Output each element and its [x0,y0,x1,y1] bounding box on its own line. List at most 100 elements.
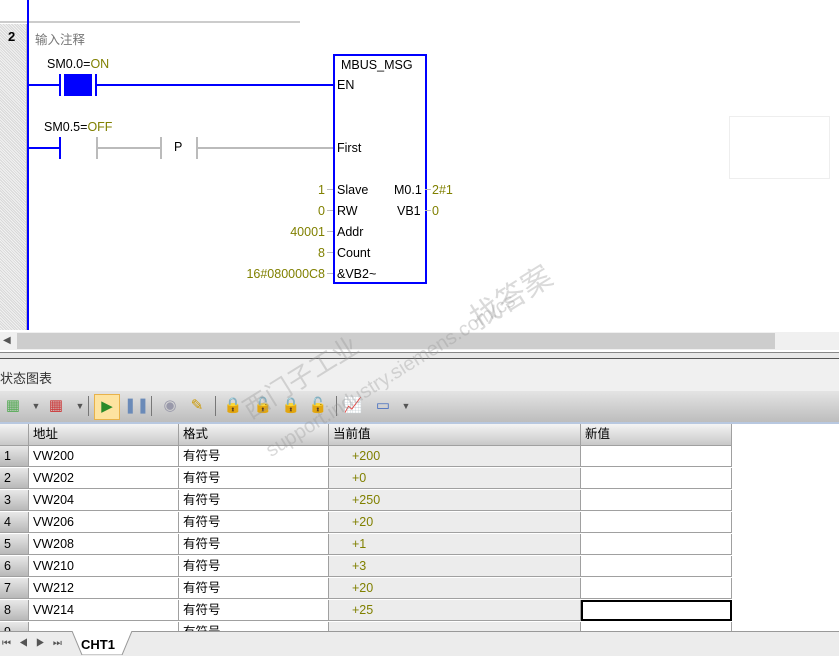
dropdown-icon[interactable]: ▼ [396,396,416,416]
format-cell[interactable]: 有符号 [179,490,329,511]
done-value: 2#1 [432,183,453,197]
new-value-cell[interactable] [581,578,732,599]
wire [198,147,334,149]
table-row[interactable]: 3 VW204 有符号 +250 [0,490,732,512]
pin-rw: RW [337,204,358,218]
positive-edge-label: P [174,140,183,154]
table-row[interactable]: 5 VW208 有符号 +1 [0,534,732,556]
current-value-cell: +20 [329,578,581,599]
pin-addr: Addr [337,225,364,239]
new-value-cell[interactable] [581,600,732,621]
contact1-left [59,74,61,96]
row-number: 6 [0,556,29,577]
address-cell[interactable]: VW202 [29,468,179,489]
current-value-cell: +0 [329,468,581,489]
wire [98,147,160,149]
binoculars-icon[interactable]: ◉ [160,396,180,416]
dataptr-value: 16#080000C8 [246,267,325,281]
status-table: 地址 格式 当前值 新值 1 VW200 有符号 +200 2 VW202 有符号 +0 3 VW… [0,424,839,643]
pin-done: M0.1 [394,183,422,197]
contact2-left [59,137,61,159]
row-number: 8 [0,600,29,621]
table-header: 地址 格式 当前值 新值 [0,424,732,446]
pin-dataptr: &VB2~ [337,267,377,281]
insert-row-icon[interactable]: ▦ [3,396,23,416]
col-new-value[interactable]: 新值 [581,424,732,446]
address-cell[interactable]: VW212 [29,578,179,599]
current-value-cell: +25 [329,600,581,621]
current-value-cell: +1 [329,534,581,555]
block-title: MBUS_MSG [341,58,413,72]
tag-icon[interactable]: ▭ [373,396,393,416]
format-cell[interactable]: 有符号 [179,468,329,489]
new-value-cell[interactable] [581,534,732,555]
format-cell[interactable]: 有符号 [179,600,329,621]
tab-cht1[interactable]: CHT1 [81,637,115,652]
pin-count: Count [337,246,371,260]
pencil-icon[interactable]: ✎ [187,396,207,416]
slave-value: 1 [318,183,325,197]
current-value-cell: +3 [329,556,581,577]
pin-first: First [337,141,362,155]
address-cell[interactable]: VW206 [29,512,179,533]
pin-slave: Slave [337,183,369,197]
rw-value: 0 [318,204,325,218]
address-cell[interactable]: VW210 [29,556,179,577]
dropdown-icon[interactable]: ▼ [70,396,90,416]
wire [97,84,334,86]
count-value: 8 [318,246,325,260]
row-number: 3 [0,490,29,511]
col-current-value[interactable]: 当前值 [329,424,581,446]
format-cell[interactable]: 有符号 [179,556,329,577]
chart-status-play-icon[interactable]: ▶ [94,394,120,420]
table-row[interactable]: 1 VW200 有符号 +200 [0,446,732,468]
pin-en: EN [337,78,355,92]
rung-number: 2 [8,29,16,44]
col-address[interactable]: 地址 [29,424,179,446]
dropdown-icon[interactable]: ▼ [26,396,46,416]
pause-icon[interactable]: ❚❚ [124,396,149,416]
empty-frame [729,116,830,179]
row-number: 5 [0,534,29,555]
address-cell[interactable]: VW200 [29,446,179,467]
scroll-thumb[interactable] [17,333,775,349]
addr-value: 40001 [290,225,325,239]
current-value-cell: +20 [329,512,581,533]
new-value-cell[interactable] [581,468,732,489]
format-cell[interactable]: 有符号 [179,512,329,533]
format-cell[interactable]: 有符号 [179,578,329,599]
row-number: 7 [0,578,29,599]
new-value-cell[interactable] [581,556,732,577]
wire [29,147,59,149]
row-number: 2 [0,468,29,489]
row-number: 1 [0,446,29,467]
new-value-cell[interactable] [581,446,732,467]
wire [29,84,59,86]
current-value-cell: +200 [329,446,581,467]
address-cell[interactable]: VW214 [29,600,179,621]
status-chart-title: 状态图表 [0,371,53,386]
delete-row-icon[interactable]: ▦ [46,396,66,416]
format-cell[interactable]: 有符号 [179,446,329,467]
table-row[interactable]: 4 VW206 有符号 +20 [0,512,732,534]
edge-left [160,137,162,159]
table-row[interactable]: 2 VW202 有符号 +0 [0,468,732,490]
new-value-cell[interactable] [581,512,732,533]
scroll-left-icon[interactable]: ◀ [3,335,11,346]
tab-nav-buttons[interactable]: ⏮◀▶⏭ [2,638,70,649]
power-rail [27,0,29,330]
table-row[interactable]: 6 VW210 有符号 +3 [0,556,732,578]
contact2-label: SM0.5=OFF [44,120,113,134]
row-number: 4 [0,512,29,533]
contact1-label: SM0.0=ON [47,57,110,71]
rung-gutter [0,0,27,330]
table-row[interactable]: 7 VW212 有符号 +20 [0,578,732,600]
current-value-cell: +250 [329,490,581,511]
table-row[interactable]: 8 VW214 有符号 +25 [0,600,732,622]
format-cell[interactable]: 有符号 [179,534,329,555]
address-cell[interactable]: VW208 [29,534,179,555]
new-value-cell[interactable] [581,490,732,511]
rung-comment[interactable]: 输入注释 [35,29,85,48]
address-cell[interactable]: VW204 [29,490,179,511]
contact1-closed-fill[interactable] [64,74,92,96]
